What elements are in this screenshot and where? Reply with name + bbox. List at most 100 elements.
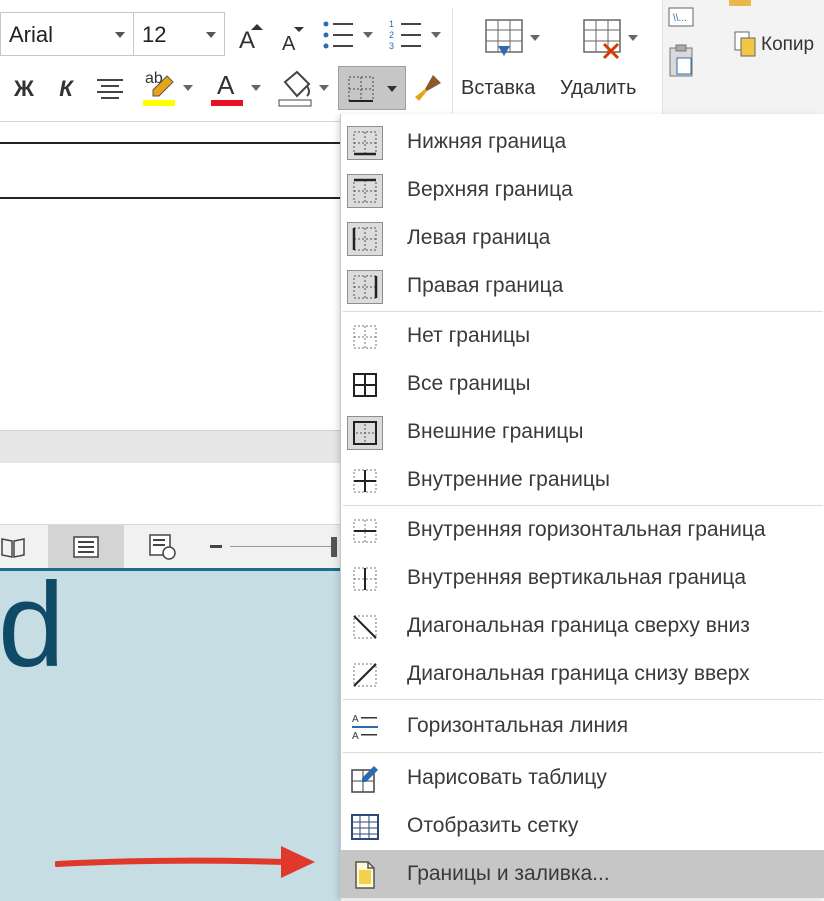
chevron-down-icon[interactable] [363, 32, 373, 38]
menu-item-label: Нижняя граница [407, 130, 567, 153]
copy-label: Копир [761, 34, 815, 55]
menu-item-label: Нарисовать таблицу [407, 766, 607, 789]
outside-borders-icon [347, 416, 383, 450]
menu-item-label: Границы и заливка... [407, 862, 610, 885]
numbering-button[interactable]: 1 2 3 [386, 16, 444, 54]
borders-icon [348, 76, 374, 102]
svg-text:A: A [282, 33, 296, 53]
menu-item-horizontal-line[interactable]: A A Горизонтальная линия [341, 702, 824, 750]
svg-text:A: A [239, 27, 255, 52]
svg-text:1: 1 [389, 19, 394, 29]
menu-item-label: Внутренние границы [407, 468, 610, 491]
menu-item-label: Все границы [407, 372, 531, 395]
paintbrush-icon [415, 75, 441, 101]
shrink-font-button[interactable]: A [280, 22, 308, 54]
menu-item-view-gridlines[interactable]: Отобразить сетку [341, 802, 824, 850]
chevron-down-icon[interactable] [530, 35, 540, 41]
menu-item-label: Верхняя граница [407, 178, 573, 201]
menu-item-inside-borders[interactable]: Внутренние границы [341, 456, 824, 504]
copy-button[interactable]: Копир [733, 30, 814, 60]
chevron-down-icon[interactable] [387, 86, 397, 92]
table-delete-button[interactable] [574, 12, 644, 64]
web-layout-icon[interactable] [148, 533, 178, 561]
inside-horizontal-border-icon [347, 514, 383, 548]
menu-item-label: Правая граница [407, 274, 564, 297]
font-size-combo[interactable]: 12 [133, 12, 225, 56]
table-border-line [0, 142, 341, 144]
draw-table-icon [347, 762, 383, 796]
copy-icon [734, 31, 756, 57]
table-insert-button[interactable] [476, 12, 546, 64]
menu-item-no-border[interactable]: Нет границы [341, 312, 824, 360]
bold-label: Ж [14, 76, 34, 101]
bullets-button[interactable] [318, 16, 376, 54]
menu-item-top-border[interactable]: Верхняя граница [341, 166, 824, 214]
font-color-bar [211, 100, 243, 106]
format-painter-button[interactable] [410, 70, 446, 106]
scrollbar-track[interactable] [0, 430, 341, 463]
borders-and-shading-icon [347, 858, 383, 892]
table-border-line [0, 197, 341, 199]
delete-label[interactable]: Удалить [560, 77, 636, 100]
shrink-font-icon: A [282, 27, 304, 53]
menu-item-label: Диагональная граница сверху вниз [407, 614, 750, 637]
chevron-down-icon[interactable] [183, 85, 193, 91]
menu-item-left-border[interactable]: Левая граница [341, 214, 824, 262]
zoom-slider-thumb[interactable] [331, 537, 337, 557]
menu-item-inside-vertical-border[interactable]: Внутренняя вертикальная граница [341, 554, 824, 602]
bottom-border-icon [347, 126, 383, 160]
menu-item-diagonal-up-border[interactable]: Диагональная граница снизу вверх [341, 650, 824, 698]
inside-vertical-border-icon [347, 562, 383, 596]
menu-item-draw-table[interactable]: Нарисовать таблицу [341, 754, 824, 802]
chevron-down-icon[interactable] [431, 32, 441, 38]
svg-text:A: A [352, 714, 359, 725]
bullets-icon [323, 21, 353, 49]
borders-button[interactable] [338, 66, 406, 110]
font-color-sample: A [217, 70, 235, 100]
bold-button[interactable]: Ж [8, 72, 40, 106]
grow-font-button[interactable]: A [236, 18, 266, 54]
view-gridlines-icon [347, 810, 383, 844]
font-color-button[interactable]: A [204, 66, 266, 110]
top-border-icon [347, 174, 383, 208]
diagonal-down-border-icon [347, 610, 383, 644]
menu-item-label: Горизонтальная линия [407, 714, 629, 737]
menu-item-bottom-border[interactable]: Нижняя граница [341, 118, 824, 166]
menu-separator [343, 699, 823, 700]
zoom-out-button[interactable] [210, 545, 222, 548]
chevron-down-icon[interactable] [115, 32, 125, 38]
insert-label[interactable]: Вставка [461, 77, 535, 100]
clipboard-small-icon: \\... [668, 7, 694, 27]
menu-item-label: Нет границы [407, 324, 531, 347]
shading-button[interactable] [272, 66, 334, 110]
italic-button[interactable]: К [50, 72, 82, 106]
highlighter-icon: ab [141, 68, 177, 108]
italic-label: К [59, 76, 73, 101]
menu-item-inside-horizontal-border[interactable]: Внутренняя горизонтальная граница [341, 506, 824, 554]
paste-icon[interactable] [667, 44, 697, 78]
font-name-combo[interactable]: Arial [0, 12, 134, 56]
align-center-button[interactable] [92, 72, 128, 106]
menu-item-outside-borders[interactable]: Внешние границы [341, 408, 824, 456]
chevron-down-icon[interactable] [251, 85, 261, 91]
menu-item-all-borders[interactable]: Все границы [341, 360, 824, 408]
menu-item-right-border[interactable]: Правая граница [341, 262, 824, 310]
menu-item-label: Внутренняя горизонтальная граница [407, 518, 766, 541]
menu-item-label: Диагональная граница снизу вверх [407, 662, 750, 685]
font-color-icon: A [209, 68, 245, 108]
menu-item-borders-and-shading[interactable]: Границы и заливка... [341, 850, 824, 898]
menu-item-label: Внутренняя вертикальная граница [407, 566, 747, 589]
text-highlight-button[interactable]: ab [136, 66, 198, 110]
svg-text:A: A [352, 731, 359, 742]
paint-bucket-icon [278, 70, 312, 107]
chevron-down-icon[interactable] [628, 35, 638, 41]
table-delete-icon [583, 19, 621, 60]
grow-font-icon: A [239, 24, 263, 52]
zoom-slider[interactable] [230, 546, 334, 547]
chevron-down-icon[interactable] [319, 85, 329, 91]
menu-item-diagonal-down-border[interactable]: Диагональная граница сверху вниз [341, 602, 824, 650]
chevron-down-icon[interactable] [206, 32, 216, 38]
right-border-icon [347, 270, 383, 304]
menu-item-label: Внешние границы [407, 420, 584, 443]
menu-separator [343, 752, 823, 753]
